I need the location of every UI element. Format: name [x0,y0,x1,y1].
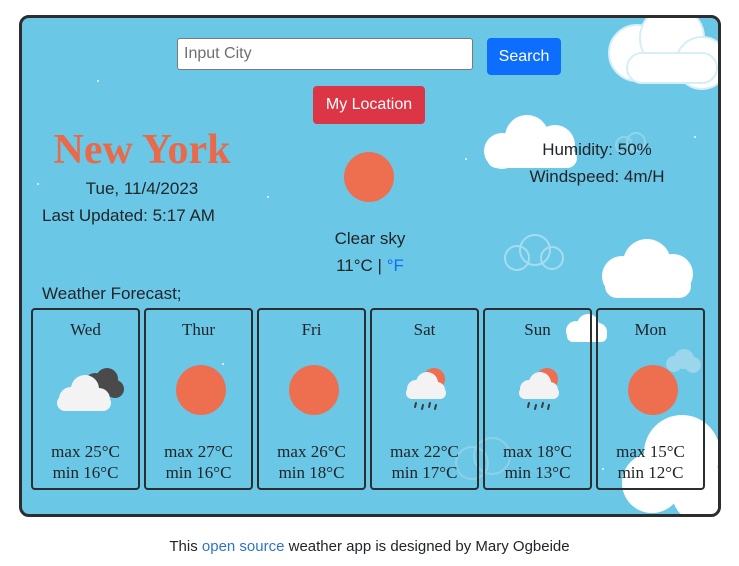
star-dot [267,196,269,198]
forecast-min: min 16°C [165,463,232,482]
forecast-day-name: Mon [634,320,667,339]
sun-icon [628,365,678,415]
forecast-max: max 22°C [390,442,459,461]
star-dot [694,136,696,138]
footer-credit: This open source weather app is designed… [0,538,739,555]
forecast-day: Fri max 26°C min 18°C [257,308,366,490]
forecast-max: max 18°C [503,442,572,461]
cloud-decoration [608,18,718,90]
temp-celsius: 11°C [336,256,373,275]
rain-icon [515,365,565,415]
sun-icon [289,365,339,415]
sun-icon [344,152,394,202]
forecast-max: max 27°C [164,442,233,461]
search-button[interactable]: Search [487,38,561,75]
forecast-title: Weather Forecast; [42,284,182,303]
current-temperature: 11°C | °F [272,256,468,276]
city-search-input[interactable] [177,38,473,70]
forecast-day: Sat max 22°C min 17°C [370,308,479,490]
forecast-min: min 17°C [391,463,458,482]
forecast-min: min 12°C [617,463,684,482]
open-source-link[interactable]: open source [202,538,285,555]
forecast-max: max 26°C [277,442,346,461]
fahrenheit-link[interactable]: °F [387,256,404,275]
forecast-day-name: Sat [413,320,436,339]
temp-separator: | [372,256,387,275]
forecast-day-name: Thur [181,320,216,339]
forecast-day: Wed max 25°C min 16°C [31,308,140,490]
forecast-day-name: Wed [70,320,101,339]
rain-icon [402,365,452,415]
star-dot [465,158,467,160]
last-updated: Last Updated: 5:17 AM [42,206,215,225]
footer-suffix: weather app is designed by Mary Ogbeide [284,538,570,555]
forecast-max: max 15°C [616,442,685,461]
footer-prefix: This [169,538,202,555]
sun-icon [176,365,226,415]
forecast-day: Mon max 15°C min 12°C [596,308,705,490]
weather-description: Clear sky [334,229,406,248]
forecast-day: Sun max 18°C min 13°C [483,308,592,490]
current-date: Tue, 11/4/2023 [85,179,199,198]
weather-card: Search My Location New York Tue, 11/4/20… [19,15,721,517]
forecast-max: max 25°C [51,442,120,461]
cloud-decoration [504,234,564,271]
forecast-min: min 13°C [504,463,571,482]
forecast-day: Thur max 27°C min 16°C [144,308,253,490]
forecast-min: min 18°C [278,463,345,482]
cloudy-icon [53,365,125,415]
forecast-day-name: Fri [301,320,322,339]
cloud-decoration [602,239,693,298]
city-name: New York [53,127,231,173]
forecast-min: min 16°C [52,463,119,482]
my-location-button[interactable]: My Location [313,86,425,124]
windspeed: Windspeed: 4m/H [529,167,665,186]
humidity: Humidity: 50% [542,140,652,159]
star-dot [97,80,99,82]
forecast-day-name: Sun [524,320,551,339]
